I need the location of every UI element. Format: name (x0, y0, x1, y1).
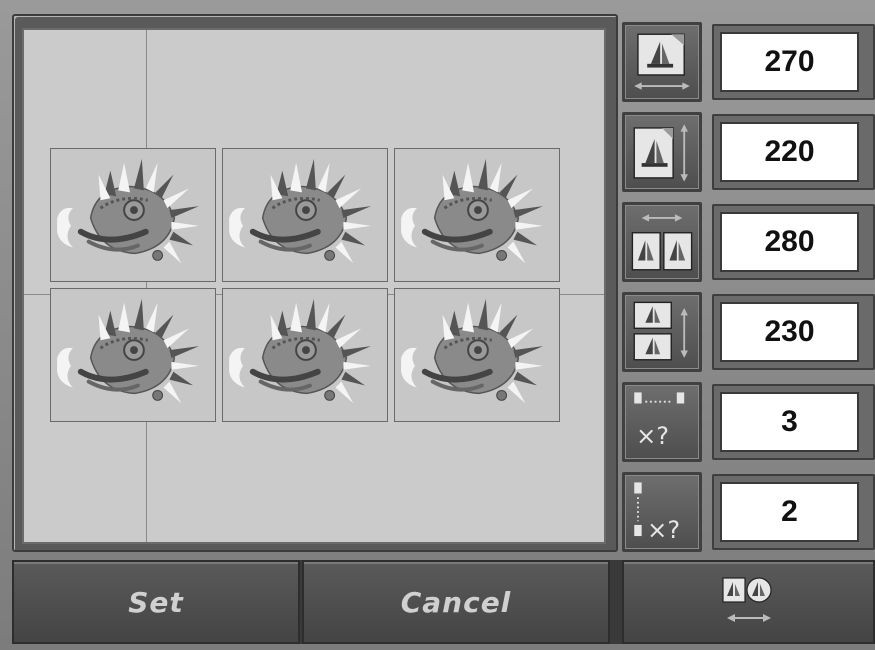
design-tile (222, 288, 388, 422)
design-width-icon (634, 33, 690, 90)
design-tile (50, 148, 216, 282)
columns-value-field[interactable]: 3 (720, 392, 859, 452)
horizontal-spacing-icon (631, 214, 693, 271)
embroidery-motif-icon (229, 158, 371, 264)
design-tile (394, 148, 560, 282)
height-field-frame: 220 (712, 114, 875, 190)
bottom-button-bar: Set Cancel (12, 560, 875, 644)
embroidery-motif-icon (57, 158, 199, 264)
svg-text:×?: ×? (647, 516, 680, 544)
columns-field-frame: 3 (712, 384, 875, 460)
vertical-spacing-button[interactable] (622, 292, 702, 372)
rows-value-field[interactable]: 2 (720, 482, 859, 542)
embroidery-motif-icon (401, 158, 543, 264)
column-count-button[interactable]: ×? (622, 382, 702, 462)
height-value-field[interactable]: 220 (720, 122, 859, 182)
column-count-icon: ×? (634, 392, 685, 450)
vertical-spacing-icon (633, 301, 688, 361)
preview-canvas (22, 28, 606, 544)
design-height-icon (633, 124, 688, 182)
layout-swap-button[interactable] (622, 560, 875, 644)
design-tile (394, 288, 560, 422)
vertical-guide-line (146, 30, 147, 542)
width-field-frame: 270 (712, 24, 875, 100)
cancel-button-label: Cancel (400, 585, 512, 619)
cancel-button[interactable]: Cancel (302, 560, 610, 644)
v-spacing-field-frame: 230 (712, 294, 875, 370)
set-button[interactable]: Set (12, 560, 300, 644)
embroidery-motif-icon (57, 298, 199, 404)
width-value-field[interactable]: 270 (720, 32, 859, 92)
embroidery-motif-icon (229, 298, 371, 404)
design-height-button[interactable] (622, 112, 702, 192)
design-tile (50, 288, 216, 422)
layout-swap-icon (721, 577, 772, 622)
vertical-spacing-value-field[interactable]: 230 (720, 302, 859, 362)
embroidery-motif-icon (401, 298, 543, 404)
rows-field-frame: 2 (712, 474, 875, 550)
row-count-icon: ×? (634, 482, 680, 544)
row-count-button[interactable]: ×? (622, 472, 702, 552)
horizontal-spacing-button[interactable] (622, 202, 702, 282)
h-spacing-field-frame: 280 (712, 204, 875, 280)
svg-text:×?: ×? (636, 422, 669, 450)
design-width-button[interactable] (622, 22, 702, 102)
design-tile (222, 148, 388, 282)
set-button-label: Set (128, 585, 184, 619)
horizontal-spacing-value-field[interactable]: 280 (720, 212, 859, 272)
